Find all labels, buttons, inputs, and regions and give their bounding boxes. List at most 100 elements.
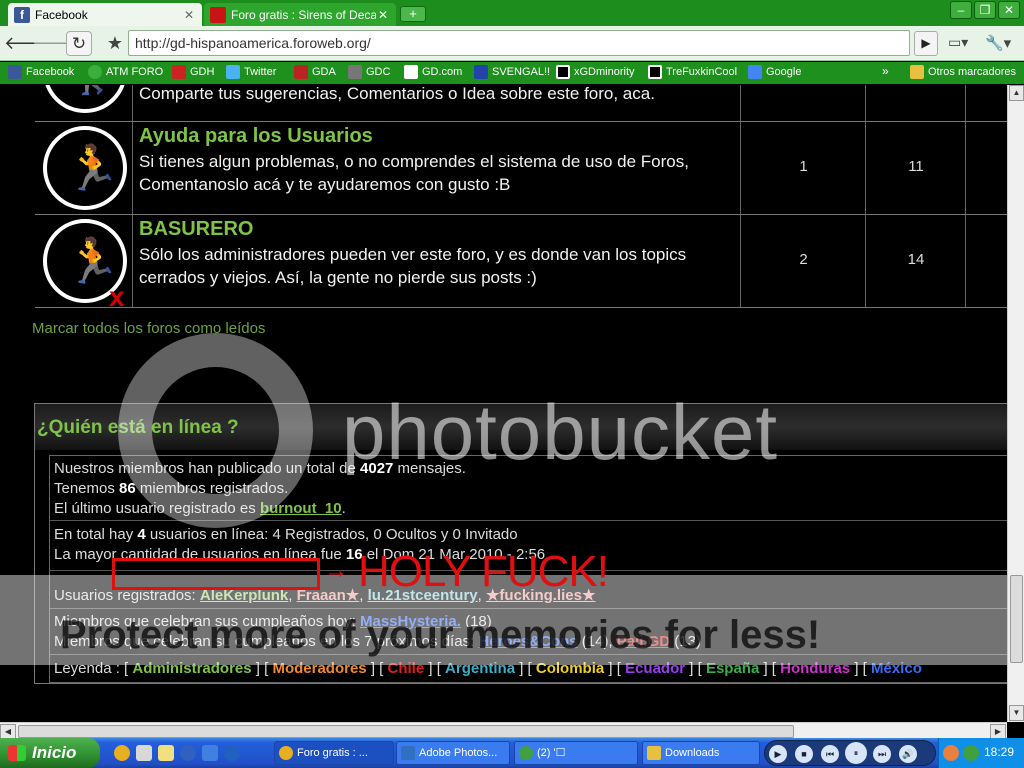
task-label: Adobe Photos...: [419, 747, 498, 759]
folder-icon: [910, 65, 924, 79]
forum-icon: 🏃: [43, 126, 127, 210]
other-bookmarks[interactable]: Otros marcadores: [910, 65, 1016, 79]
posts-cell: [866, 85, 966, 121]
previous-icon[interactable]: ⏮: [821, 745, 839, 763]
ie-quicklaunch-icon[interactable]: [224, 745, 240, 761]
stop-icon[interactable]: ■: [795, 745, 813, 763]
forward-button[interactable]: 🡒: [32, 31, 80, 56]
start-button[interactable]: Inicio: [0, 738, 100, 768]
page-menu-icon[interactable]: ▭▾: [948, 34, 976, 54]
forum-title-link[interactable]: BASURERO: [139, 218, 253, 241]
bookmark-label: GDC: [366, 66, 391, 78]
forum-icon-cell: 🚶: [35, 85, 133, 121]
forum-description: Si tienes algun problemas, o no comprend…: [139, 152, 689, 194]
forum-title-link[interactable]: Ayuda para los Usuarios: [139, 125, 373, 148]
bookmark-label: Twitter: [244, 66, 277, 78]
bookmarks-overflow-button[interactable]: »: [882, 64, 889, 78]
bookmark-label: Google: [766, 66, 802, 78]
bookmark-label: Facebook: [26, 66, 75, 78]
bookmark-atm-foro[interactable]: ATM FORO: [88, 65, 163, 79]
window-controls: – ❐ ✕: [950, 1, 1020, 19]
bookmark-gd-com[interactable]: GD.com: [404, 65, 462, 79]
note-quicklaunch-icon[interactable]: [158, 745, 174, 761]
bookmark-google[interactable]: Google: [748, 65, 801, 79]
messenger-icon: [519, 746, 533, 760]
photoshop-icon: [401, 746, 415, 760]
bookmark-gda[interactable]: GDA: [294, 65, 336, 79]
address-bar[interactable]: http://gd-hispanoamerica.foroweb.org/: [128, 30, 910, 56]
close-tab-icon[interactable]: ✕: [182, 8, 196, 22]
scroll-left-button[interactable]: ◀: [0, 724, 16, 739]
back-button[interactable]: 🡐: [4, 31, 52, 56]
topics-count: 1: [799, 158, 808, 175]
facebook-favicon-icon: f: [14, 6, 30, 23]
task-downloads[interactable]: Downloads: [642, 741, 760, 765]
topics-cell: [741, 85, 866, 121]
forum-info-cell: BASURERO Sólo los administradores pueden…: [133, 215, 741, 307]
wrench-menu-icon[interactable]: 🔧▾: [985, 34, 1015, 54]
bookmark-trefuxkincool[interactable]: TreFuxkinCool: [648, 65, 737, 79]
next-icon[interactable]: ⏭: [873, 745, 891, 763]
forum-description: Comparte tus sugerencias, Comentarios o …: [139, 85, 655, 103]
forum-favicon-icon: [210, 6, 226, 23]
tray-arrow-icon[interactable]: [943, 745, 959, 761]
forum-row[interactable]: 🏃 Ayuda para los Usuarios Si tienes algu…: [35, 122, 1007, 215]
bookmark-twitter[interactable]: Twitter: [226, 65, 276, 79]
tab-title: Foro gratis : Sirens of Decay: [231, 7, 376, 22]
horizontal-scroll-thumb[interactable]: [18, 725, 794, 738]
task-chrome[interactable]: Foro gratis : ...: [274, 741, 394, 765]
scroll-down-button[interactable]: ▼: [1009, 705, 1024, 721]
scroll-up-button[interactable]: ▲: [1009, 85, 1024, 101]
reload-button[interactable]: ↻: [66, 31, 92, 56]
annotation-highlight-box: [112, 558, 320, 590]
play-icon[interactable]: ▶: [769, 745, 787, 763]
notepad-quicklaunch-icon[interactable]: [136, 745, 152, 761]
scroll-right-button[interactable]: ▶: [990, 724, 1006, 739]
close-tab-icon[interactable]: ✕: [376, 8, 390, 22]
bookmark-facebook[interactable]: Facebook: [8, 65, 74, 79]
task-photoshop[interactable]: Adobe Photos...: [396, 741, 510, 765]
annotation-text: HOLY FUCK!: [358, 547, 609, 596]
horizontal-scrollbar[interactable]: ◀ ▶: [0, 722, 1007, 739]
task-label: Downloads: [665, 747, 720, 759]
bookmark-star-icon[interactable]: ★: [102, 31, 128, 56]
posts-count: 14: [907, 251, 925, 268]
vertical-scroll-thumb[interactable]: [1010, 575, 1023, 663]
watermark-slogan: Protect more of your memories for less!: [60, 613, 821, 657]
bookmark-gdh[interactable]: GDH: [172, 65, 214, 79]
bookmark-label: xGDminority: [574, 66, 635, 78]
forum-info-cell: Comparte tus sugerencias, Comentarios o …: [133, 85, 741, 121]
topics-cell: 1: [741, 122, 866, 214]
start-label: Inicio: [32, 743, 77, 762]
tab-facebook[interactable]: f Facebook ✕: [8, 3, 202, 26]
volume-icon[interactable]: 🔊: [899, 745, 917, 763]
bookmark-label: ATM FORO: [106, 66, 164, 78]
pause-icon[interactable]: ⏸: [845, 742, 867, 764]
forum-icon: 🚶: [43, 85, 127, 113]
bookmark-label: GDA: [312, 66, 336, 78]
photobucket-logo-icon: [118, 333, 313, 528]
maximize-button[interactable]: ❐: [974, 1, 996, 19]
desktop-quicklaunch-icon[interactable]: [202, 745, 218, 761]
forum-description: Sólo los administradores pueden ver este…: [139, 245, 687, 287]
bookmark-gdc[interactable]: GDC: [348, 65, 390, 79]
task-messenger[interactable]: (2) '☐: [514, 741, 638, 765]
forum-row[interactable]: 🏃 x BASURERO Sólo los administradores pue…: [35, 215, 1007, 312]
tray-messenger-icon[interactable]: [963, 745, 979, 761]
tab-forum[interactable]: Foro gratis : Sirens of Decay ✕: [204, 3, 396, 26]
minimize-button[interactable]: –: [950, 1, 972, 19]
close-window-button[interactable]: ✕: [998, 1, 1020, 19]
chrome-quicklaunch-icon[interactable]: [114, 745, 130, 761]
new-tab-button[interactable]: +: [400, 6, 426, 22]
forum-row: 🚶 Comparte tus sugerencias, Comentarios …: [35, 85, 1007, 122]
vertical-scrollbar[interactable]: ▲ ▼: [1007, 85, 1024, 722]
go-button[interactable]: ▶: [914, 31, 938, 56]
media-quicklaunch-icon[interactable]: [180, 745, 196, 761]
task-label: Foro gratis : ...: [297, 747, 368, 759]
bookmark-label: Otros marcadores: [928, 66, 1017, 78]
bookmark-xgdminority[interactable]: xGDminority: [556, 65, 635, 79]
bookmark-svengali[interactable]: SVENGAL!!: [474, 65, 550, 79]
bookmark-label: SVENGAL!!: [492, 66, 551, 78]
tab-strip: f Facebook ✕ Foro gratis : Sirens of Dec…: [0, 0, 1024, 26]
chrome-icon: [279, 746, 293, 760]
